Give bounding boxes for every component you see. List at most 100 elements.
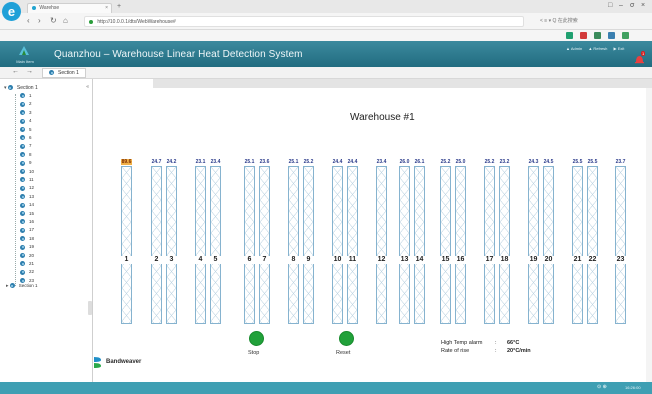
tab-favicon-icon — [32, 5, 36, 10]
high-temp-row: High Temp alarm: 66°C — [441, 339, 531, 347]
zone-temp: 24.4 — [347, 159, 358, 165]
tree-node-14[interactable]: 14 — [20, 201, 34, 209]
zone-number: 6 — [244, 256, 255, 264]
tree-node-20[interactable]: 20 — [20, 252, 34, 260]
heat-cable-tube[interactable] — [414, 166, 425, 324]
heat-cable-tube[interactable] — [347, 166, 358, 324]
browser-home-icon[interactable]: ⌂ — [63, 16, 68, 25]
tree-node-3[interactable]: 3 — [20, 109, 32, 117]
tree-section-2[interactable]: ▸ Section 1 — [6, 283, 38, 289]
window-restore-icon[interactable]: □ — [608, 2, 612, 9]
tab-section-1[interactable]: Section 1 — [42, 68, 86, 78]
status-icons[interactable]: ⊙ ⊕ — [597, 384, 607, 390]
heat-cable-tube[interactable] — [303, 166, 314, 324]
tree-node-11[interactable]: 11 — [20, 176, 34, 184]
exit-link[interactable]: ▶ Exit — [614, 46, 625, 51]
sensor-icon — [20, 126, 25, 132]
tree-node-8[interactable]: 8 — [20, 151, 32, 159]
header-links: ▲ Admin ▲ Refresh ▶ Exit — [566, 46, 629, 51]
splitter-grip[interactable] — [88, 301, 92, 315]
close-red-icon[interactable] — [580, 32, 587, 39]
heat-cable-tube[interactable] — [288, 166, 299, 324]
heat-cable-tube[interactable] — [528, 166, 539, 324]
heat-cable-tube[interactable] — [587, 166, 598, 324]
browser-back-icon[interactable]: ‹ — [27, 16, 30, 25]
app-header: Main Item Quanzhou – Warehouse Linear He… — [0, 41, 652, 67]
tree-root-section[interactable]: ▾ Section 1 — [4, 85, 38, 91]
tools-icon[interactable] — [622, 32, 629, 39]
browser-logo-icon[interactable]: e — [2, 2, 21, 21]
heat-cable-tube[interactable] — [259, 166, 270, 324]
tree-node-12[interactable]: 12 — [20, 184, 34, 192]
tree-node-21[interactable]: 21 — [20, 260, 34, 268]
sensor-icon — [20, 152, 25, 158]
heat-cable-tube[interactable] — [166, 166, 177, 324]
window-minimize-icon[interactable]: – — [619, 2, 623, 9]
browser-forward-icon[interactable]: › — [38, 16, 41, 25]
tree-node-1[interactable]: 1 — [20, 92, 32, 100]
tree-node-13[interactable]: 13 — [20, 193, 34, 201]
browser-refresh-icon[interactable]: ↻ — [50, 16, 57, 25]
tree-node-18[interactable]: 18 — [20, 235, 34, 243]
zone-number: 3 — [166, 256, 177, 264]
main-scrollbar[interactable] — [646, 88, 652, 382]
tab-close-icon[interactable]: × — [105, 5, 108, 11]
panel-collapse-icon[interactable]: « — [86, 84, 89, 90]
stop-button[interactable] — [249, 331, 264, 346]
tree-node-19[interactable]: 19 — [20, 243, 34, 251]
heat-cable-tube[interactable] — [484, 166, 495, 324]
tree-node-5[interactable]: 5 — [20, 126, 32, 134]
heat-cable-tube[interactable] — [455, 166, 466, 324]
address-input[interactable]: http://10.0.0.1/dts/WebWarehouse# — [84, 16, 524, 27]
tree-node-16[interactable]: 16 — [20, 218, 34, 226]
window-close-icon[interactable]: × — [641, 2, 645, 9]
heat-cable-tube[interactable] — [244, 166, 255, 324]
back-arrow-icon[interactable]: ← — [12, 68, 19, 75]
zone-number: 10 — [332, 256, 343, 264]
tree-node-15[interactable]: 15 — [20, 210, 34, 218]
tree-expand-icon[interactable]: ▾ — [4, 85, 7, 91]
section-icon — [49, 70, 54, 76]
address-bar-tools[interactable]: < ≡ ▾ Q 在此搜索 — [540, 17, 578, 24]
heat-cable-tube[interactable] — [543, 166, 554, 324]
heat-cable-tube[interactable] — [151, 166, 162, 324]
tree-node-4[interactable]: 4 — [20, 117, 32, 125]
browser-tab[interactable]: Warehse × — [27, 3, 112, 13]
zone-temp: 23.1 — [195, 159, 206, 165]
heat-cable-tube[interactable] — [376, 166, 387, 324]
window-maximize-icon[interactable]: σ — [630, 2, 634, 9]
forward-arrow-icon[interactable]: → — [26, 68, 33, 75]
zone-temp: 23.4 — [210, 159, 221, 165]
zone-temp: 25.2 — [484, 159, 495, 165]
heat-cable-tube[interactable] — [210, 166, 221, 324]
tree-expand-icon[interactable]: ▸ — [6, 283, 9, 289]
heat-cable-tube[interactable] — [499, 166, 510, 324]
puzzle-icon[interactable] — [608, 32, 615, 39]
heat-cable-tube[interactable] — [399, 166, 410, 324]
tree-node-17[interactable]: 17 — [20, 226, 34, 234]
heat-cable-tube[interactable] — [440, 166, 451, 324]
heat-cable-tube[interactable] — [195, 166, 206, 324]
heat-cable-tube[interactable] — [615, 166, 626, 324]
reset-button[interactable] — [339, 331, 354, 346]
tree-node-7[interactable]: 7 — [20, 142, 32, 150]
section-icon — [7, 85, 13, 91]
high-temp-value: 66°C — [507, 340, 520, 346]
tree-node-label: 13 — [29, 193, 35, 199]
shield-icon[interactable] — [594, 32, 601, 39]
tree-node-22[interactable]: 22 — [20, 268, 34, 276]
heat-cable-tube[interactable] — [121, 166, 132, 324]
extension-icon[interactable] — [566, 32, 573, 39]
tree-node-6[interactable]: 6 — [20, 134, 32, 142]
tree-node-10[interactable]: 10 — [20, 168, 34, 176]
heat-cable-tube[interactable] — [572, 166, 583, 324]
app-logo[interactable]: Main Item — [8, 44, 42, 65]
tree-node-2[interactable]: 2 — [20, 100, 32, 108]
new-tab-button[interactable]: + — [117, 3, 121, 10]
refresh-link[interactable]: ▲ Refresh — [588, 46, 607, 51]
admin-link[interactable]: ▲ Admin — [566, 46, 582, 51]
tree-node-9[interactable]: 9 — [20, 159, 32, 167]
heat-cable-tube[interactable] — [332, 166, 343, 324]
sensor-icon — [20, 202, 25, 208]
tree-node-label: 1 — [29, 93, 32, 98]
